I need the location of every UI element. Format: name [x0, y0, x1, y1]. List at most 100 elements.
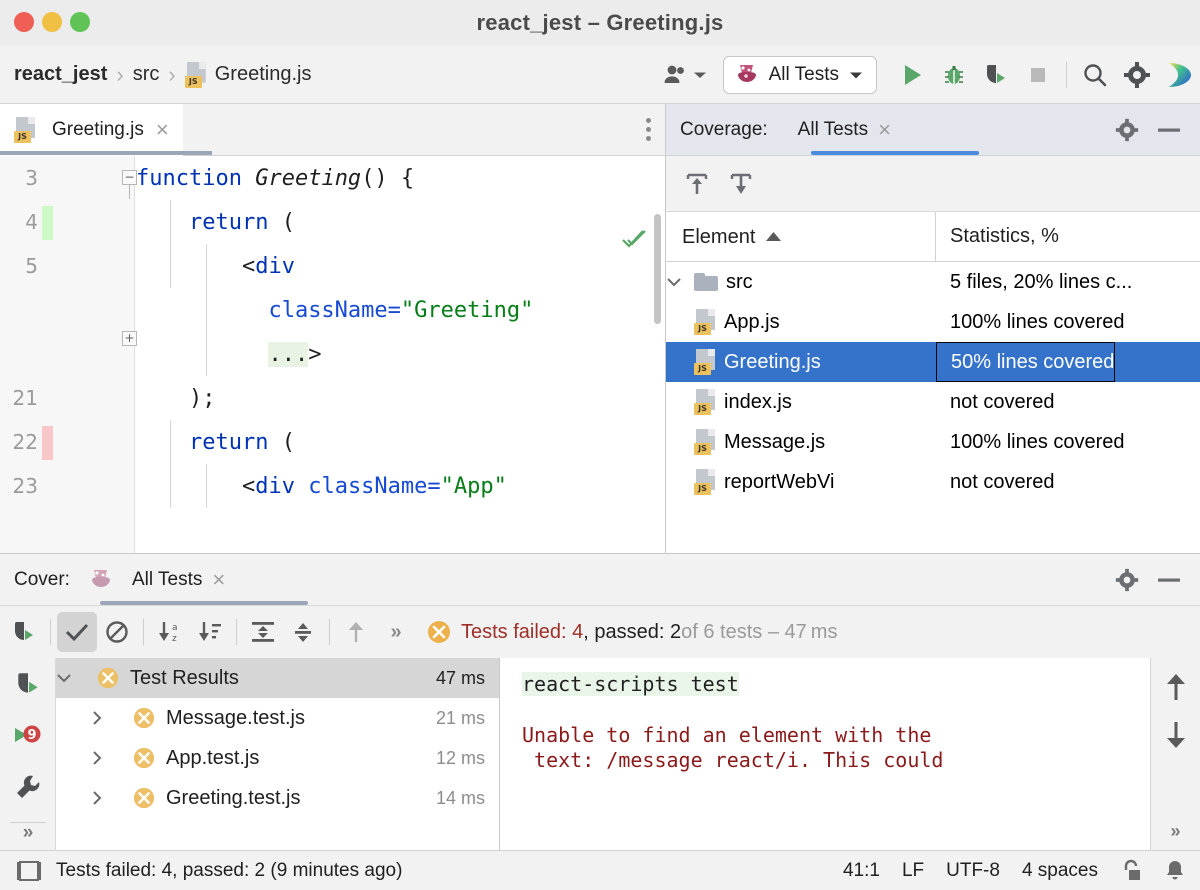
minimize-icon[interactable]: [1146, 126, 1192, 134]
close-icon[interactable]: ×: [156, 119, 169, 141]
window-title: react_jest – Greeting.js: [477, 10, 724, 36]
problems-rail-icon[interactable]: 9: [0, 710, 56, 762]
close-icon[interactable]: ×: [212, 567, 225, 593]
stop-button[interactable]: [1021, 58, 1055, 92]
test-tree-item-greeting[interactable]: Greeting.test.js 14 ms: [56, 778, 499, 818]
collapse-all-icon[interactable]: [283, 612, 323, 652]
window-titlebar: react_jest – Greeting.js: [0, 0, 1200, 46]
more-rail-button[interactable]: »: [0, 822, 56, 844]
fold-expand-icon[interactable]: +: [122, 331, 137, 346]
arrow-down-to-line-icon[interactable]: [726, 169, 756, 199]
bottom-tab-underline: [100, 601, 308, 605]
editor-tab-underline: [0, 151, 212, 155]
debug-button[interactable]: [937, 58, 971, 92]
rerun-coverage-icon[interactable]: [4, 612, 44, 652]
chevron-right-icon[interactable]: [92, 710, 132, 726]
editor-scrollbar[interactable]: [654, 214, 661, 324]
arrow-up-to-line-icon[interactable]: [682, 169, 712, 199]
sort-duration-icon[interactable]: [190, 612, 230, 652]
inspection-ok-icon[interactable]: [621, 228, 647, 250]
collaborate-button[interactable]: [662, 63, 707, 87]
line-separator[interactable]: LF: [902, 860, 924, 882]
unlock-icon[interactable]: [1120, 859, 1142, 883]
fold-collapse-icon[interactable]: −: [122, 170, 137, 185]
svg-text:z: z: [172, 634, 177, 644]
breadcrumb-item-src[interactable]: src: [133, 63, 160, 86]
traffic-light-controls[interactable]: [14, 12, 90, 32]
line-number: 22: [13, 430, 38, 454]
coverage-row-app-js[interactable]: JS App.js 100% lines covered: [666, 302, 1200, 342]
maximize-window-button[interactable]: [70, 12, 90, 32]
more-options-icon[interactable]: [646, 118, 651, 141]
chevron-down-icon: [693, 70, 707, 80]
column-header-element[interactable]: Element: [666, 212, 936, 261]
bell-icon[interactable]: [1164, 859, 1186, 883]
coverage-marker-uncovered[interactable]: [42, 426, 53, 460]
previous-failed-test-button[interactable]: [336, 612, 376, 652]
coverage-row-greeting-js[interactable]: JS Greeting.js 50% lines covered: [666, 342, 1200, 382]
console-error-line: Unable to find an element with the: [522, 723, 1200, 748]
run-configuration-selector[interactable]: All Tests: [723, 56, 877, 94]
expand-all-icon[interactable]: [243, 612, 283, 652]
breadcrumb: react_jest › src › JS Greeting.js: [0, 62, 311, 88]
close-icon[interactable]: ×: [878, 117, 891, 143]
arrow-up-icon[interactable]: [1164, 672, 1188, 702]
close-window-button[interactable]: [14, 12, 34, 32]
toggle-tool-windows-icon[interactable]: [16, 860, 42, 882]
coverage-table: Element Statistics, % src 5 files, 20% l…: [666, 212, 1200, 502]
settings-button[interactable]: [1120, 58, 1154, 92]
js-file-icon: JS: [694, 389, 718, 415]
build-rail-icon[interactable]: [0, 762, 56, 814]
line-number: 21: [13, 386, 38, 410]
search-everywhere-button[interactable]: [1078, 58, 1112, 92]
code-editor[interactable]: 3 4 5 21 22 23 − + function Greeting(): [0, 156, 665, 553]
run-with-coverage-button[interactable]: [979, 58, 1013, 92]
ai-assistant-button[interactable]: [1162, 58, 1196, 92]
show-passed-toggle[interactable]: [57, 612, 97, 652]
bottom-tab-all-tests[interactable]: All Tests: [132, 569, 202, 591]
run-button[interactable]: [895, 58, 929, 92]
js-file-icon: JS: [14, 117, 38, 143]
chevron-down-icon[interactable]: [56, 673, 96, 683]
coverage-marker-covered[interactable]: [42, 206, 53, 240]
run-with-coverage-rail-icon[interactable]: [0, 658, 56, 710]
arrow-down-icon[interactable]: [1164, 720, 1188, 750]
chevron-double-right-icon[interactable]: »: [376, 612, 416, 652]
test-tree-root-row[interactable]: Test Results 47 ms: [56, 658, 499, 698]
test-results-tree[interactable]: Test Results 47 ms Message.test.js 21: [56, 658, 500, 850]
breadcrumb-item-file[interactable]: Greeting.js: [215, 63, 312, 86]
column-header-statistics[interactable]: Statistics, %: [936, 225, 1059, 248]
test-tree-item-app[interactable]: App.test.js 12 ms: [56, 738, 499, 778]
editor-tab-greeting-js[interactable]: JS Greeting.js ×: [0, 104, 183, 156]
coverage-tab-all-tests[interactable]: All Tests: [798, 119, 868, 141]
gear-icon[interactable]: [1114, 567, 1140, 593]
chevron-double-right-icon[interactable]: »: [1170, 821, 1180, 842]
code-line-folded[interactable]: ...>: [136, 342, 321, 367]
gear-icon[interactable]: [1114, 117, 1140, 143]
line-number: 23: [13, 474, 38, 498]
editor-pane: JS Greeting.js × 3 4 5 21 22 23 −: [0, 104, 666, 553]
coverage-row-index-js[interactable]: JS index.js not covered: [666, 382, 1200, 422]
indent-setting[interactable]: 4 spaces: [1022, 860, 1098, 882]
no-entry-icon[interactable]: [97, 612, 137, 652]
chevron-down-icon[interactable]: [666, 277, 694, 287]
coverage-row-reportwebvitals-js[interactable]: JS reportWebVi not covered: [666, 462, 1200, 502]
test-output-console[interactable]: react-scripts test Unable to find an ele…: [500, 658, 1200, 850]
chevron-right-icon[interactable]: [92, 750, 132, 766]
minimize-icon[interactable]: [1146, 576, 1192, 584]
code-line: <div className="App": [136, 474, 507, 499]
coverage-row-statistics: not covered: [936, 391, 1055, 414]
coverage-row-src[interactable]: src 5 files, 20% lines c...: [666, 262, 1200, 302]
coverage-row-label: Greeting.js: [724, 351, 821, 374]
coverage-panel-label: Coverage:: [680, 119, 768, 141]
test-tree-item-message[interactable]: Message.test.js 21 ms: [56, 698, 499, 738]
sort-az-icon[interactable]: a z: [150, 612, 190, 652]
minimize-window-button[interactable]: [42, 12, 62, 32]
chevron-right-icon[interactable]: [92, 790, 132, 806]
caret-position[interactable]: 41:1: [843, 860, 880, 882]
editor-gutter[interactable]: 3 4 5 21 22 23 − +: [0, 156, 135, 553]
coverage-row-message-js[interactable]: JS Message.js 100% lines covered: [666, 422, 1200, 462]
tests-failed-label: Tests failed: 4: [461, 621, 583, 644]
file-encoding[interactable]: UTF-8: [946, 860, 1000, 882]
breadcrumb-item-project[interactable]: react_jest: [14, 63, 107, 86]
